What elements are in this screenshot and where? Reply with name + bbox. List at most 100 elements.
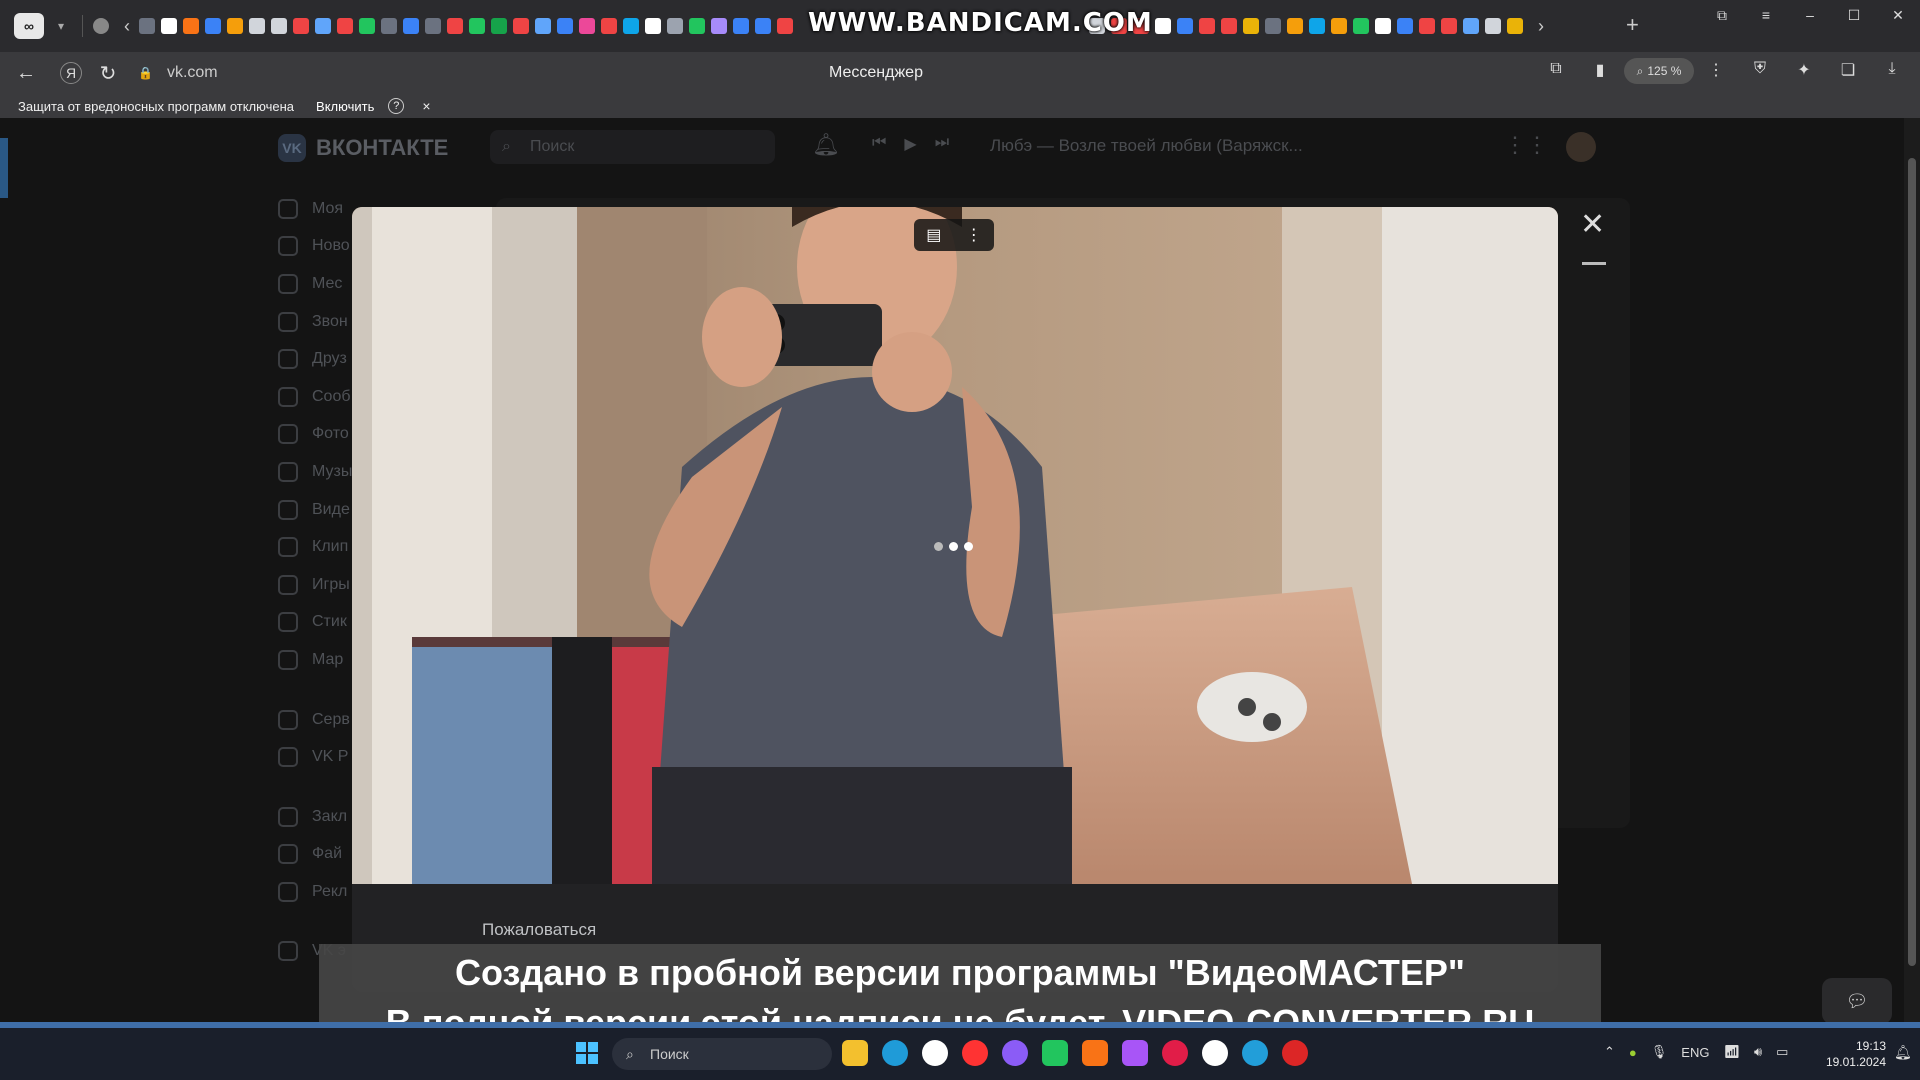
file-explorer-icon[interactable] (842, 1040, 868, 1066)
sidebar-item[interactable]: Музы (278, 453, 352, 491)
new-tab-button[interactable]: + (1626, 14, 1639, 36)
wps-icon[interactable] (1082, 1040, 1108, 1066)
tab-favicon-icon[interactable] (579, 18, 595, 34)
current-track[interactable]: Любэ — Возле твоей любви (Варяжск... (990, 136, 1303, 156)
vk-search-input[interactable]: ⌕ Поиск (490, 130, 775, 164)
sidebar-item[interactable]: VK P (278, 738, 352, 776)
collections-icon[interactable]: ❏ (1826, 60, 1870, 80)
tab-favicon-icon[interactable] (1243, 18, 1259, 34)
tab-favicon-icon[interactable] (227, 18, 243, 34)
tabs-icon[interactable]: ⧉ (1534, 60, 1578, 80)
messenger-app-icon[interactable] (1042, 1040, 1068, 1066)
zoom-indicator[interactable]: ⌕ 125 % (1624, 58, 1694, 84)
sidebar-item[interactable]: Друз (278, 340, 352, 378)
tab-favicon-icon[interactable] (1199, 18, 1215, 34)
telegram-icon[interactable] (1242, 1040, 1268, 1066)
sidebar-item[interactable]: Фото (278, 416, 352, 454)
tab-favicon-icon[interactable] (1287, 18, 1303, 34)
volume-icon[interactable]: 🔊︎ (1754, 1044, 1762, 1060)
tab-favicon-icon[interactable] (1485, 18, 1501, 34)
tabs-scroll-right-icon[interactable]: › (1529, 16, 1553, 37)
tab-favicon-icon[interactable] (1397, 18, 1413, 34)
menu-icon[interactable]: ≡ (1744, 0, 1788, 30)
openai-icon[interactable] (93, 18, 109, 34)
battery-icon[interactable]: ▭ (1776, 1044, 1788, 1060)
tab-favicon-icon[interactable] (271, 18, 287, 34)
tray-expand-icon[interactable]: ⌃ (1604, 1044, 1615, 1060)
tab-favicon-icon[interactable] (711, 18, 727, 34)
chevron-down-icon[interactable]: ▾ (50, 19, 72, 33)
tab-favicon-icon[interactable] (601, 18, 617, 34)
opera-icon[interactable] (1162, 1040, 1188, 1066)
tab-favicon-icon[interactable] (1419, 18, 1435, 34)
sidebar-item[interactable]: Мес (278, 265, 352, 303)
sidebar-item[interactable]: Ново (278, 228, 352, 266)
tab-favicon-icon[interactable] (1507, 18, 1523, 34)
tab-favicon-icon[interactable] (447, 18, 463, 34)
sidebar-item[interactable]: Серв (278, 701, 352, 739)
tab-favicon-icon[interactable] (315, 18, 331, 34)
notifications-icon[interactable]: 🔔︎ (1894, 1044, 1912, 1061)
tab-favicon-icon[interactable] (161, 18, 177, 34)
tab-favicon-icon[interactable] (755, 18, 771, 34)
tab-favicon-icon[interactable] (425, 18, 441, 34)
tab-favicon-icon[interactable] (1155, 18, 1171, 34)
bell-icon[interactable]: 🔔︎ (812, 132, 840, 158)
tab-favicon-icon[interactable] (1221, 18, 1237, 34)
tab-favicon-icon[interactable] (205, 18, 221, 34)
sidebar-item[interactable]: Виде (278, 491, 352, 529)
tab-favicon-icon[interactable] (491, 18, 507, 34)
sidebar-item[interactable]: Сооб (278, 378, 352, 416)
tab-favicon-icon[interactable] (359, 18, 375, 34)
tab-favicon-icon[interactable] (535, 18, 551, 34)
tab-favicon-icon[interactable] (337, 18, 353, 34)
avatar[interactable] (1566, 132, 1596, 162)
tab-favicon-icon[interactable] (667, 18, 683, 34)
tab-favicon-icon[interactable] (1441, 18, 1457, 34)
video-player[interactable]: ▤ ⋮ (352, 207, 1558, 884)
sidebar-item[interactable]: Мар (278, 641, 352, 679)
tray-app-icon[interactable]: ● (1629, 1045, 1637, 1060)
more-icon[interactable]: ⋮ (1694, 60, 1738, 80)
tab-favicon-icon[interactable] (557, 18, 573, 34)
play-icon[interactable]: ▶ (904, 134, 916, 154)
minimize-button[interactable]: – (1788, 0, 1832, 30)
minimize-viewer-button[interactable] (1582, 262, 1606, 265)
vk-logo[interactable]: VK ВКОНТАКТЕ (278, 134, 448, 162)
tab-favicon-icon[interactable] (183, 18, 199, 34)
protect-shield-icon[interactable]: ⛨ (1738, 60, 1782, 80)
bookmarks-panel-icon[interactable]: ⧉ (1700, 0, 1744, 30)
tab-favicon-icon[interactable] (293, 18, 309, 34)
sidebar-item[interactable]: Звон (278, 303, 352, 341)
tab-favicon-icon[interactable] (623, 18, 639, 34)
page-scrollbar[interactable] (1904, 118, 1920, 1024)
yandex-browser-2-icon[interactable] (1202, 1040, 1228, 1066)
language-indicator[interactable]: ENG (1681, 1045, 1709, 1060)
edge-icon[interactable] (882, 1040, 908, 1066)
tab-favicon-icon[interactable] (1463, 18, 1479, 34)
apps-grid-icon[interactable]: ⋮⋮ (1504, 132, 1548, 158)
sidebar-item[interactable]: Стик (278, 604, 352, 642)
start-button[interactable] (576, 1042, 598, 1064)
browser-menu-button[interactable]: ∞ (14, 13, 44, 39)
tab-favicon-icon[interactable] (1265, 18, 1281, 34)
tab-favicon-icon[interactable] (469, 18, 485, 34)
figma-icon[interactable] (1122, 1040, 1148, 1066)
tab-favicon-icon[interactable] (249, 18, 265, 34)
sidebar-item[interactable]: Рекл (278, 873, 352, 911)
enable-protection-button[interactable]: Включить (308, 97, 382, 116)
microphone-icon[interactable]: 🎙︎ (1651, 1044, 1668, 1060)
tab-favicon-icon[interactable] (1309, 18, 1325, 34)
yandex-browser-icon[interactable] (922, 1040, 948, 1066)
sidebar-item[interactable]: Игры (278, 566, 352, 604)
next-track-icon[interactable]: ⏭ (935, 134, 949, 154)
tab-favicon-icon[interactable] (733, 18, 749, 34)
sidebar-item[interactable]: Фай (278, 836, 352, 874)
tab-favicon-icon[interactable] (513, 18, 529, 34)
report-button[interactable]: Пожаловаться (482, 920, 596, 940)
subtitles-icon[interactable]: ▤ (926, 225, 941, 245)
tab-favicon-icon[interactable] (777, 18, 793, 34)
tab-favicon-icon[interactable] (689, 18, 705, 34)
tabs-scroll-left-icon[interactable]: ‹ (115, 16, 139, 37)
tab-favicon-icon[interactable] (1331, 18, 1347, 34)
